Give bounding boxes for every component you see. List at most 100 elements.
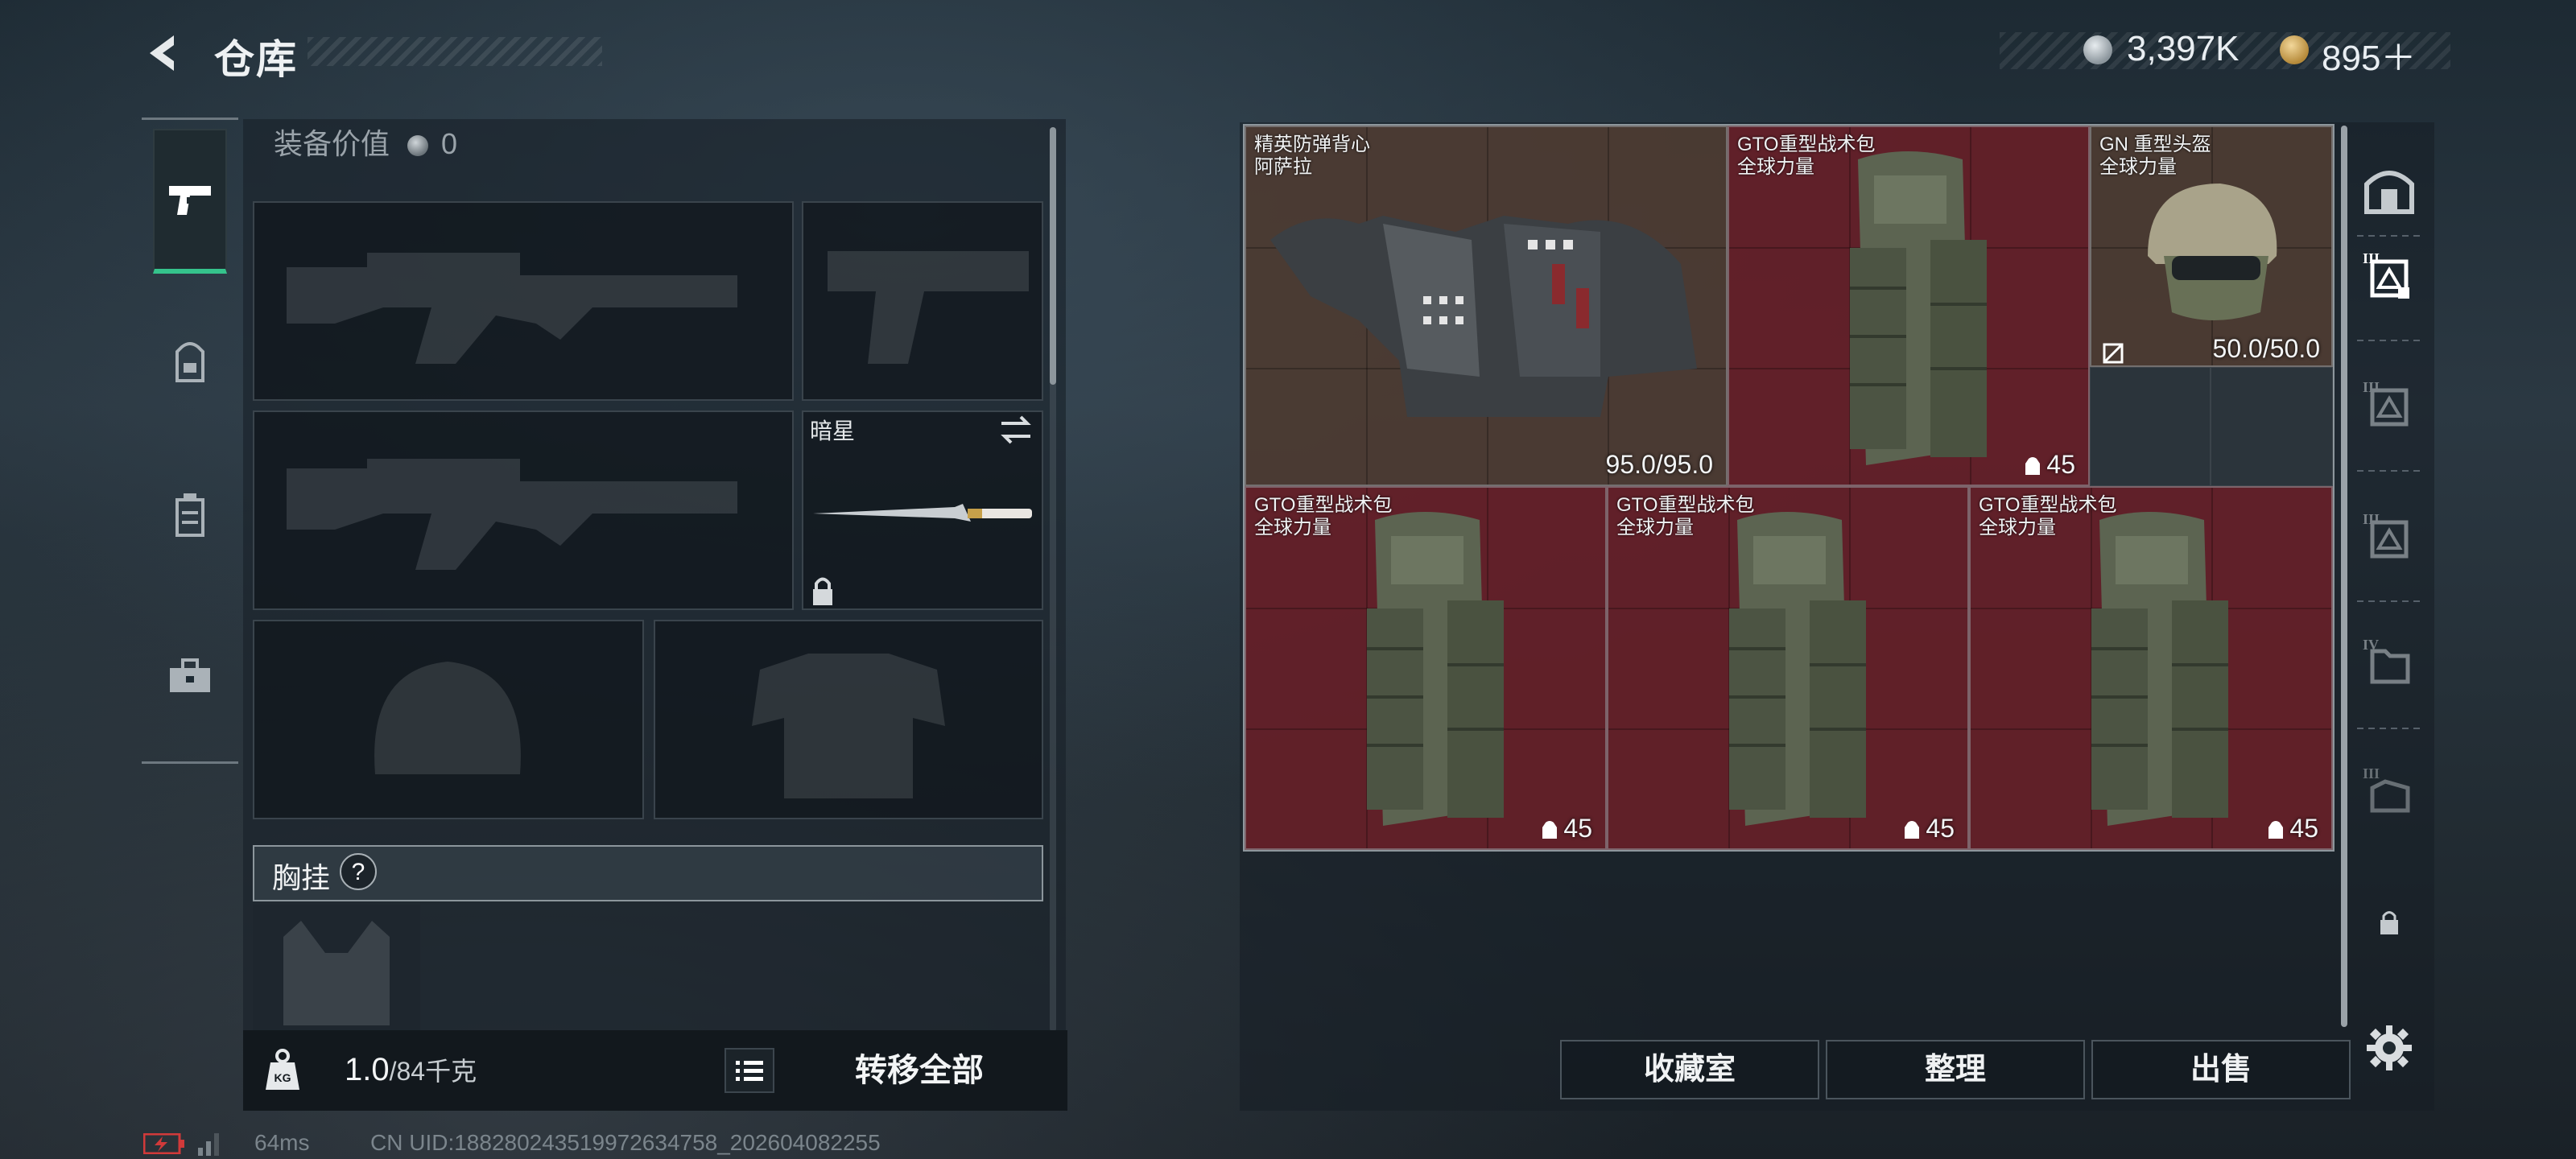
helmet-slot[interactable] [253, 620, 644, 819]
rifle-silhouette-icon [287, 459, 737, 570]
armor-slot[interactable] [654, 620, 1043, 819]
primary-weapon-slot[interactable] [253, 201, 794, 401]
backpack-capacity-icon [2268, 821, 2284, 839]
settings-button[interactable] [2357, 1016, 2421, 1080]
list-icon [736, 1061, 763, 1081]
item-capacity: 45 [2267, 814, 2318, 843]
backpack-capacity-icon [1542, 821, 1558, 839]
pistol-icon [169, 186, 211, 215]
storage-item-helmet[interactable]: GN 重型头盔 全球力量 50.0/50.0 [2090, 126, 2333, 367]
rail-separator [2357, 340, 2421, 341]
storage-iv-icon: IV [2363, 637, 2410, 684]
weight-current: 1.0 [345, 1052, 390, 1087]
page-title: 仓库 [214, 37, 298, 82]
vault-icon [2364, 171, 2414, 214]
item-capacity: 45 [1903, 814, 1955, 843]
equipment-value: 装备价值 0 [274, 121, 457, 163]
back-arrow-icon[interactable] [142, 31, 187, 76]
item-durability: 95.0/95.0 [1605, 450, 1713, 479]
silver-coin-icon [2083, 35, 2112, 64]
item-capacity: 45 [1541, 814, 1592, 843]
ping-readout: 64ms [254, 1130, 310, 1155]
chest-rig-label: 胸挂 [272, 861, 331, 894]
rifle-silhouette-icon [287, 253, 737, 364]
storage-item-armor[interactable]: 精英防弹背心 阿萨拉 95.0/95.0 [1245, 126, 1728, 486]
item-capacity-value: 45 [2046, 450, 2075, 479]
storage-item-backpack[interactable]: GTO重型战术包 全球力量 45 [1728, 126, 2090, 486]
storage-item-backpack[interactable]: GTO重型战术包 全球力量 45 [1969, 486, 2333, 850]
pistol-silhouette-icon [828, 251, 1029, 364]
silver-coin-icon [407, 135, 429, 156]
weight-readout: 1.0/84千克 [345, 1051, 477, 1088]
gold-currency-value[interactable]: 895＋ [2322, 29, 2416, 80]
empty-grid-cell[interactable] [2090, 367, 2211, 486]
item-capacity-value: 45 [1563, 814, 1592, 843]
repair-icon [2103, 343, 2124, 364]
item-capacity-value: 45 [2289, 814, 2318, 843]
user-uid: CN UID:1882802435199726347​58_2026040822… [370, 1130, 881, 1155]
silver-currency-value: 3,397K [2127, 29, 2240, 68]
tab-toolbox[interactable] [153, 604, 227, 749]
rail-separator [2357, 728, 2421, 729]
item-capacity: 45 [2024, 450, 2075, 480]
storage-scrollbar[interactable] [2341, 126, 2347, 1027]
rail-separator [2357, 470, 2421, 472]
backpack-icon [1367, 512, 1504, 826]
lock-icon [2380, 911, 2398, 934]
sell-button[interactable]: 出售 [2091, 1040, 2351, 1099]
empty-grid-cell[interactable] [2211, 367, 2333, 486]
helmet-icon [2148, 184, 2277, 320]
storage-tab-iii[interactable]: III [2357, 373, 2421, 438]
backpack-icon [1850, 151, 1987, 465]
sort-button[interactable]: 整理 [1826, 1040, 2085, 1099]
pistol-slot[interactable] [802, 201, 1043, 401]
backpack-capacity-icon [1905, 821, 1920, 839]
backpack-icon [175, 342, 204, 382]
item-durability: 50.0/50.0 [2212, 334, 2320, 363]
signal-icon [198, 1133, 219, 1156]
rail-separator [2357, 600, 2421, 602]
item-name: GN 重型头盔 [2099, 134, 2211, 155]
transfer-all-button[interactable]: 转移全部 [799, 1038, 1040, 1103]
storage-item-backpack[interactable]: GTO重型战术包 全球力量 45 [1607, 486, 1969, 850]
storage-tab-iii-active[interactable]: III [2357, 245, 2421, 309]
weight-capacity: /84千克 [389, 1057, 477, 1086]
chest-rig-silhouette-icon [283, 921, 390, 1025]
loadout-scrollbar[interactable] [1050, 127, 1056, 385]
item-capacity-value: 45 [1926, 814, 1955, 843]
chest-rig-slot[interactable] [253, 905, 420, 1030]
battery-icon [143, 1133, 184, 1154]
collection-room-button[interactable]: 收藏室 [1560, 1040, 1819, 1099]
equipment-value-label: 装备价值 [274, 127, 390, 160]
armor-vest-icon [1270, 216, 1697, 417]
help-button[interactable]: ? [340, 853, 377, 890]
storage-iii-icon: III [2363, 379, 2409, 427]
gear-icon [2367, 1025, 2412, 1070]
equipment-value-amount: 0 [441, 127, 458, 160]
knife-icon [813, 504, 1032, 522]
tab-backpack[interactable] [153, 290, 227, 435]
storage-iii-icon: III [2363, 511, 2409, 559]
gold-coin-icon [2280, 35, 2309, 64]
swap-icon[interactable] [998, 414, 1034, 446]
weight-icon: KG [266, 1049, 299, 1090]
backpack-icon [1729, 512, 1866, 826]
helmet-silhouette-icon [374, 662, 521, 774]
storage-item-backpack[interactable]: GTO重型战术包 全球力量 45 [1245, 486, 1607, 850]
storage-tab-locked[interactable] [2357, 890, 2421, 955]
svg-text:III: III [2363, 765, 2380, 782]
storage-tab-iii[interactable]: III [2357, 760, 2421, 824]
storage-tab-iv[interactable]: IV [2357, 631, 2421, 695]
list-view-button[interactable] [724, 1048, 774, 1093]
chest-rig-icon [175, 493, 204, 537]
rail-separator [2357, 235, 2421, 237]
item-name: 精英防弹背心 [1254, 134, 1370, 155]
storage-tab-vault[interactable] [2357, 158, 2421, 222]
title-decoration [308, 37, 602, 66]
storage-tab-iii[interactable]: III [2357, 505, 2421, 570]
tab-chest-rig[interactable] [153, 443, 227, 588]
svg-text:KG: KG [275, 1071, 291, 1084]
secondary-weapon-slot[interactable] [253, 410, 794, 610]
tab-weapons[interactable] [153, 129, 227, 274]
melee-item-name: 暗星 [810, 419, 856, 443]
